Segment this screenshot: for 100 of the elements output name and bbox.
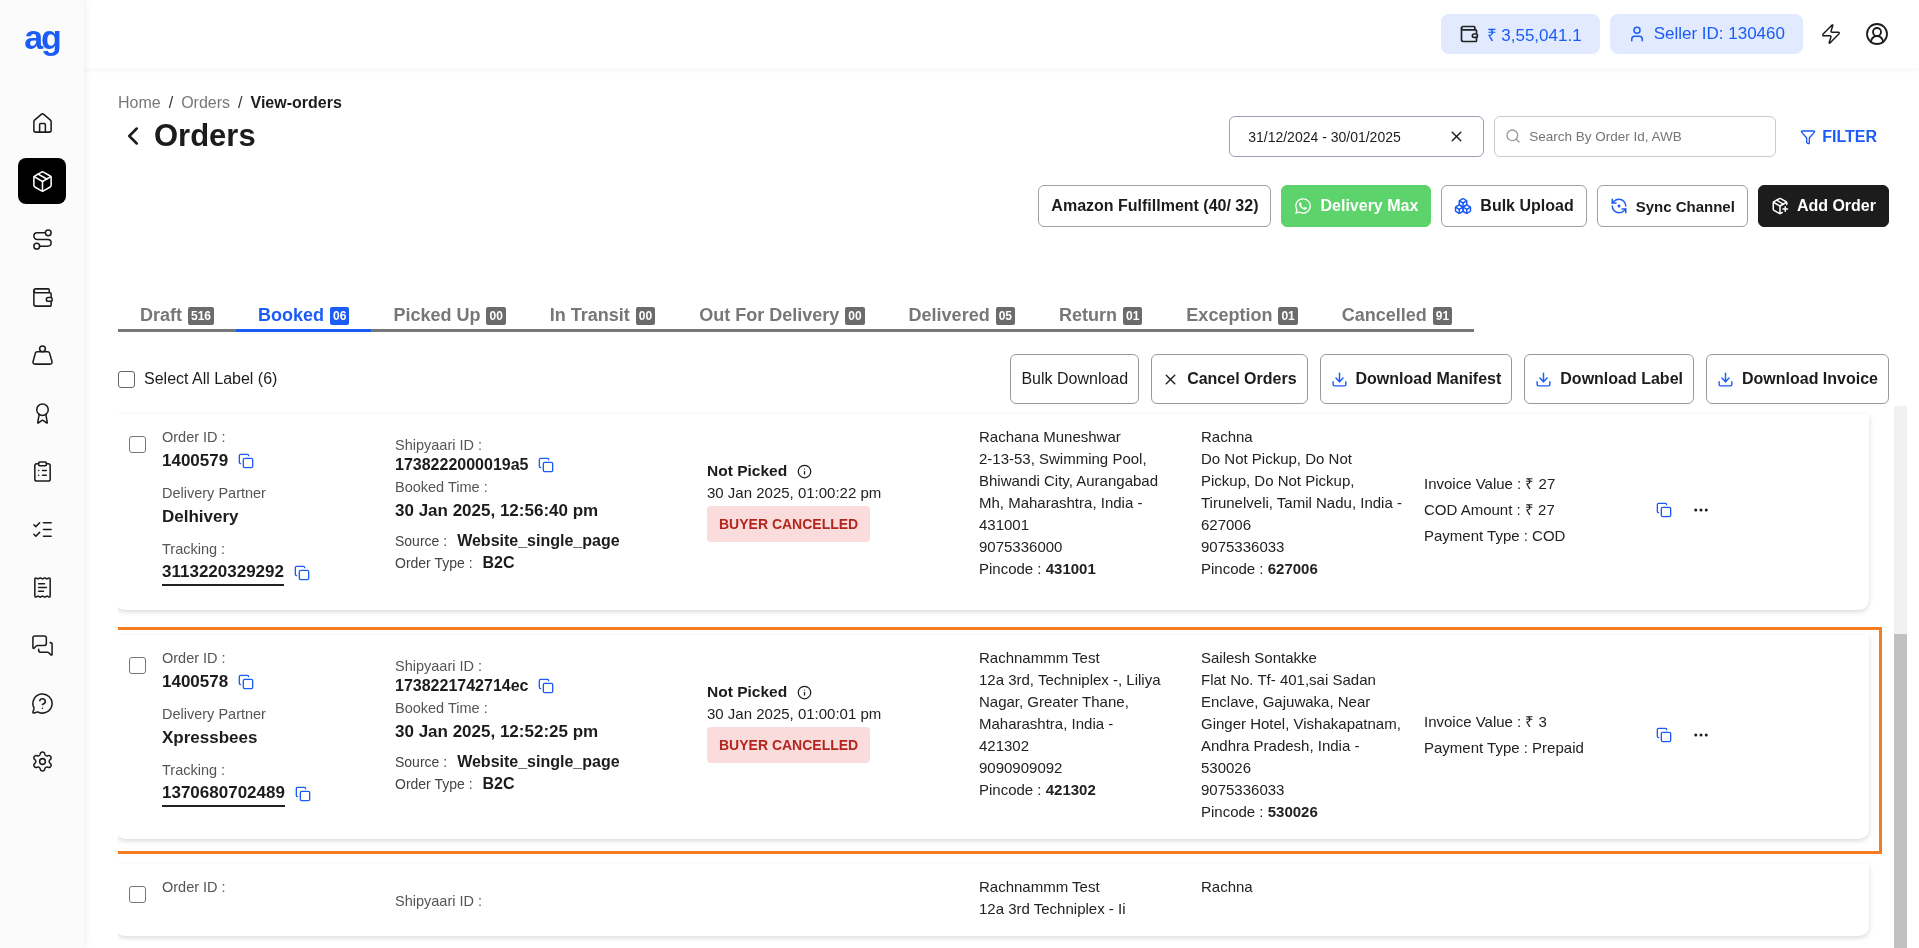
action-button[interactable]: Download Manifest bbox=[1319, 354, 1513, 404]
sync-icon bbox=[1609, 197, 1628, 215]
status-tab[interactable]: Picked Up 00 bbox=[371, 305, 528, 332]
pincode-text: Pincode : 530026 bbox=[1201, 802, 1319, 822]
copy-icon[interactable] bbox=[238, 674, 255, 690]
breadcrumb-link[interactable]: Orders bbox=[181, 94, 231, 112]
status-tab[interactable]: In Transit 00 bbox=[527, 305, 678, 332]
action-button[interactable]: Download Label bbox=[1524, 354, 1694, 404]
toolbar-button[interactable]: Amazon Fulfillment (40/ 32) bbox=[1038, 185, 1272, 227]
whatsapp-icon bbox=[1294, 197, 1313, 215]
date-range-field[interactable]: 31/12/2024 - 30/01/2025 bbox=[1229, 116, 1485, 157]
order-id: 1400578 bbox=[162, 671, 229, 693]
status-text: Not Picked bbox=[707, 461, 788, 481]
tracking-link[interactable]: 1370680702489 bbox=[162, 781, 285, 807]
status-badge: BUYER CANCELLED bbox=[707, 506, 871, 542]
field-label: Delivery Partner bbox=[162, 705, 267, 724]
status-tab[interactable]: Draft 516 bbox=[118, 305, 237, 332]
booked-time: 30 Jan 2025, 12:56:40 pm bbox=[395, 500, 600, 522]
delivery-partner: Delhivery bbox=[162, 506, 240, 528]
package-plus-icon bbox=[1770, 197, 1789, 215]
contact-name: Rachna bbox=[1201, 877, 1254, 897]
action-button[interactable]: Download Invoice bbox=[1706, 354, 1889, 404]
download-icon bbox=[1717, 370, 1734, 388]
phone-number: 9075336033 bbox=[1201, 780, 1286, 800]
source-value: Website_single_page bbox=[457, 531, 620, 551]
breadcrumb-separator: / bbox=[238, 94, 243, 112]
address-text: 2-13-53, Swimming Pool, Bhiwandi City, Aurangabad Mh, Maharashtra, India - 431001 bbox=[979, 449, 1159, 535]
phone-number: 9075336000 bbox=[979, 537, 1064, 557]
page-title: Orders bbox=[154, 118, 256, 154]
toolbar-button[interactable]: Sync Channel bbox=[1596, 185, 1748, 227]
status-badge: BUYER CANCELLED bbox=[707, 727, 871, 763]
settings-icon bbox=[30, 749, 54, 773]
breadcrumb-separator: / bbox=[168, 94, 174, 112]
tab-count: 91 bbox=[1432, 306, 1453, 325]
scale-icon bbox=[30, 343, 54, 367]
copy-icon[interactable] bbox=[538, 457, 555, 473]
payment-detail: Payment Type : Prepaid bbox=[1424, 738, 1585, 758]
field-label: Booked Time : bbox=[395, 699, 489, 718]
package-icon bbox=[30, 169, 54, 193]
scrollbar-thumb[interactable] bbox=[1894, 633, 1907, 948]
select-all-label: Select All Label (6) bbox=[144, 370, 278, 388]
action-button[interactable]: Cancel Orders bbox=[1151, 354, 1308, 404]
status-tab[interactable]: Out For Delivery 00 bbox=[677, 305, 887, 332]
status-tab[interactable]: Return 01 bbox=[1037, 305, 1165, 332]
copy-icon[interactable] bbox=[238, 453, 255, 469]
status-tab[interactable]: Booked 06 bbox=[236, 305, 372, 332]
order-id: 1400579 bbox=[162, 450, 229, 472]
shipyaari-id: 1738221742714ec bbox=[395, 677, 529, 695]
tab-count: 00 bbox=[635, 306, 656, 325]
help-icon bbox=[30, 691, 54, 715]
search-icon bbox=[1505, 128, 1522, 144]
download-icon bbox=[1535, 370, 1553, 388]
payment-detail: Invoice Value : ₹ 3 bbox=[1424, 712, 1548, 732]
copy-icon[interactable] bbox=[294, 786, 311, 802]
filter-button[interactable]: FILTER bbox=[1786, 127, 1889, 146]
search-field[interactable]: Search By Order Id, AWB bbox=[1494, 116, 1777, 157]
tracking-link[interactable]: 3113220329292 bbox=[162, 560, 284, 586]
toolbar-button[interactable]: Add Order bbox=[1757, 185, 1889, 227]
wallet-icon bbox=[1458, 24, 1479, 44]
status-tab[interactable]: Cancelled 91 bbox=[1319, 305, 1475, 332]
order-checkbox[interactable] bbox=[129, 886, 146, 903]
logo[interactable]: ag bbox=[24, 20, 60, 54]
delivery-partner: Xpressbees bbox=[162, 727, 259, 749]
copy-icon[interactable] bbox=[1656, 502, 1672, 518]
copy-icon[interactable] bbox=[538, 678, 555, 694]
status-time: 30 Jan 2025, 01:00:01 pm bbox=[707, 704, 883, 724]
field-label: Booked Time : bbox=[395, 478, 489, 497]
field-label: Order Type : bbox=[395, 554, 473, 573]
seller-id-text: Seller ID: 130460 bbox=[1653, 24, 1785, 44]
tab-count: 06 bbox=[330, 306, 350, 325]
sidebar-item[interactable] bbox=[18, 158, 66, 204]
copy-icon[interactable] bbox=[1656, 727, 1672, 743]
action-button[interactable]: Bulk Download bbox=[1010, 354, 1140, 404]
balance-text: ₹ 3,55,041.1 bbox=[1486, 24, 1582, 46]
address-text: 12a 3rd Techniplex - Ii bbox=[979, 899, 1127, 919]
tab-count: 00 bbox=[845, 306, 865, 325]
order-checkbox[interactable] bbox=[129, 436, 146, 453]
copy-icon[interactable] bbox=[294, 565, 310, 581]
order-checkbox[interactable] bbox=[129, 657, 146, 674]
select-all-checkbox[interactable] bbox=[118, 370, 135, 388]
filter-icon bbox=[1800, 128, 1817, 145]
payment-detail: Invoice Value : ₹ 27 bbox=[1424, 474, 1557, 494]
status-tab[interactable]: Exception 01 bbox=[1164, 305, 1320, 332]
info-icon[interactable] bbox=[797, 684, 813, 700]
wallet-icon bbox=[30, 285, 54, 309]
contact-name: Rachnammm Test bbox=[979, 648, 1101, 668]
contact-name: Sailesh Sontakke bbox=[1201, 648, 1318, 668]
breadcrumb-link[interactable]: Home bbox=[118, 94, 161, 112]
pincode-text: Pincode : 627006 bbox=[1201, 559, 1319, 579]
order-type: B2C bbox=[482, 774, 515, 794]
order-type: B2C bbox=[482, 553, 515, 573]
status-text: Not Picked bbox=[707, 682, 788, 702]
phone-number: 9090909092 bbox=[979, 758, 1064, 778]
scrollbar[interactable] bbox=[1894, 406, 1907, 948]
breadcrumb-link[interactable]: View-orders bbox=[250, 94, 342, 112]
status-tab[interactable]: Delivered 05 bbox=[886, 305, 1037, 332]
toolbar-button[interactable]: Bulk Upload bbox=[1441, 185, 1587, 227]
wallet-balance[interactable]: ₹ 3,55,041.1 bbox=[1440, 14, 1600, 54]
info-icon[interactable] bbox=[797, 463, 813, 479]
route-icon bbox=[30, 227, 54, 251]
